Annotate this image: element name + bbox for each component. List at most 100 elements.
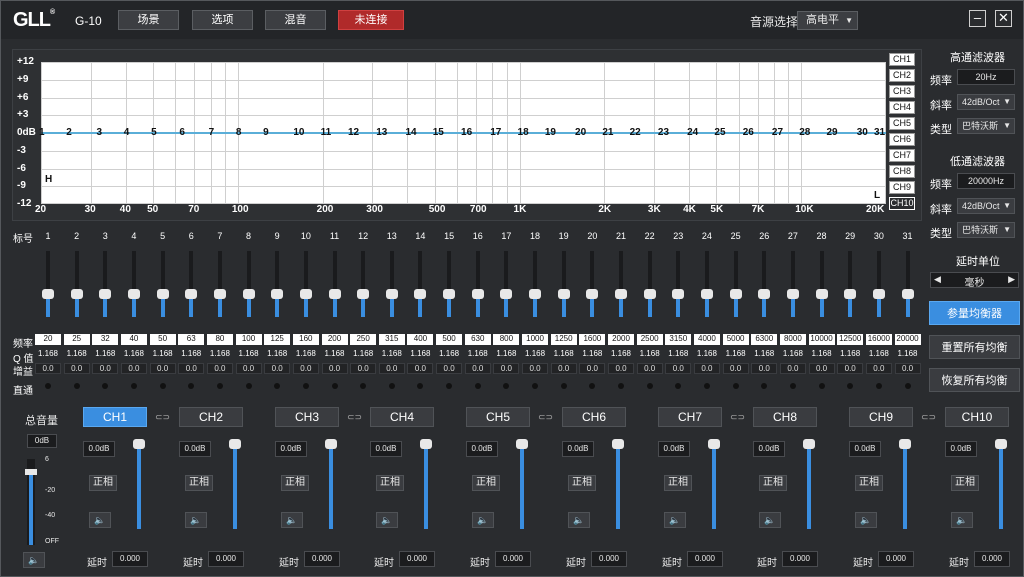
band-gain-slider[interactable] xyxy=(667,249,689,319)
channel-delay-field[interactable]: 0.000 xyxy=(208,551,244,567)
band-gain-field[interactable]: 0.0 xyxy=(206,363,233,374)
hpf-marker[interactable]: H xyxy=(45,174,52,185)
slider-knob[interactable] xyxy=(357,289,370,299)
band-gain-field[interactable]: 0.0 xyxy=(149,363,176,374)
graph-channel-button[interactable]: CH7 xyxy=(889,149,915,162)
slider-knob[interactable] xyxy=(328,289,341,299)
slider-knob[interactable] xyxy=(127,289,140,299)
slider-knob[interactable] xyxy=(557,289,570,299)
slider-knob[interactable] xyxy=(242,289,255,299)
lpf-type-select[interactable]: 巴特沃斯 ▼ xyxy=(957,222,1015,238)
band-gain-field[interactable]: 0.0 xyxy=(63,363,90,374)
slider-knob[interactable] xyxy=(133,439,145,449)
graph-channel-button[interactable]: CH6 xyxy=(889,133,915,146)
band-freq-field[interactable]: 80 xyxy=(206,334,233,345)
slider-knob[interactable] xyxy=(815,289,828,299)
link-icon[interactable]: ⊂⊃ xyxy=(538,412,553,423)
channel-mute-button[interactable]: 🔈 xyxy=(951,512,973,528)
band-bypass-toggle[interactable] xyxy=(130,383,137,389)
band-q-field[interactable]: 1.168 xyxy=(63,349,90,360)
band-q-field[interactable]: 1.168 xyxy=(693,349,720,360)
channel-volume-field[interactable]: 0.0dB xyxy=(179,441,211,457)
band-marker[interactable]: 13 xyxy=(376,127,387,138)
channel-volume-field[interactable]: 0.0dB xyxy=(849,441,881,457)
master-mute-button[interactable]: 🔈 xyxy=(23,552,45,568)
lpf-slope-select[interactable]: 42dB/Oct ▼ xyxy=(957,198,1015,214)
band-freq-field[interactable]: 5000 xyxy=(722,334,749,345)
channel-volume-slider[interactable] xyxy=(420,439,432,529)
band-gain-slider[interactable] xyxy=(696,249,718,319)
band-gain-field[interactable]: 0.0 xyxy=(378,363,405,374)
slider-knob[interactable] xyxy=(844,289,857,299)
channel-mute-button[interactable]: 🔈 xyxy=(855,512,877,528)
band-bypass-toggle[interactable] xyxy=(102,383,109,389)
band-q-field[interactable]: 1.168 xyxy=(722,349,749,360)
band-q-field[interactable]: 1.168 xyxy=(550,349,577,360)
band-gain-slider[interactable] xyxy=(381,249,403,319)
band-gain-slider[interactable] xyxy=(37,249,59,319)
graph-channel-button[interactable]: CH4 xyxy=(889,101,915,114)
band-marker[interactable]: 28 xyxy=(799,127,810,138)
band-gain-field[interactable]: 0.0 xyxy=(608,363,634,374)
band-gain-field[interactable]: 0.0 xyxy=(264,363,291,374)
band-q-field[interactable]: 1.168 xyxy=(120,349,147,360)
band-q-field[interactable]: 1.168 xyxy=(378,349,405,360)
band-bypass-toggle[interactable] xyxy=(904,383,911,389)
band-gain-slider[interactable] xyxy=(610,249,632,319)
band-bypass-toggle[interactable] xyxy=(761,383,768,389)
band-gain-slider[interactable] xyxy=(553,249,575,319)
band-bypass-toggle[interactable] xyxy=(73,383,80,389)
band-freq-field[interactable]: 250 xyxy=(350,334,377,345)
channel-delay-field[interactable]: 0.000 xyxy=(687,551,723,567)
band-bypass-toggle[interactable] xyxy=(618,383,624,389)
channel-tab[interactable]: CH2 xyxy=(179,407,243,427)
channel-phase-button[interactable]: 正相 xyxy=(568,475,596,491)
band-gain-slider[interactable] xyxy=(94,249,116,319)
band-freq-field[interactable]: 500 xyxy=(436,334,463,345)
band-bypass-toggle[interactable] xyxy=(245,383,252,389)
close-icon[interactable]: ✕ xyxy=(995,10,1012,27)
band-q-field[interactable]: 1.168 xyxy=(608,349,634,360)
band-gain-slider[interactable] xyxy=(868,249,890,319)
band-gain-slider[interactable] xyxy=(811,249,833,319)
band-gain-slider[interactable] xyxy=(524,249,546,319)
mix-button[interactable]: 混音 xyxy=(265,10,326,30)
channel-phase-button[interactable]: 正相 xyxy=(951,475,979,491)
channel-volume-slider[interactable] xyxy=(325,439,337,529)
band-marker[interactable]: 23 xyxy=(658,127,669,138)
band-marker[interactable]: 30 xyxy=(857,127,868,138)
channel-mute-button[interactable]: 🔈 xyxy=(664,512,686,528)
channel-volume-slider[interactable] xyxy=(229,439,241,529)
band-marker[interactable]: 3 xyxy=(96,127,102,138)
band-freq-field[interactable]: 1000 xyxy=(522,334,549,345)
band-marker[interactable]: 5 xyxy=(151,127,157,138)
channel-volume-field[interactable]: 0.0dB xyxy=(466,441,498,457)
slider-knob[interactable] xyxy=(803,439,815,449)
channel-volume-slider[interactable] xyxy=(995,439,1007,529)
band-marker[interactable]: 18 xyxy=(518,127,529,138)
restore-all-eq-button[interactable]: 恢复所有均衡 xyxy=(929,368,1020,392)
master-volume-slider[interactable] xyxy=(25,459,37,545)
channel-tab[interactable]: CH6 xyxy=(562,407,626,427)
band-q-field[interactable]: 1.168 xyxy=(808,349,835,360)
band-freq-field[interactable]: 20000 xyxy=(894,334,921,345)
slider-knob[interactable] xyxy=(213,289,226,299)
band-gain-field[interactable]: 0.0 xyxy=(292,363,319,374)
hpf-slope-select[interactable]: 42dB/Oct ▼ xyxy=(957,94,1015,110)
band-freq-field[interactable]: 3150 xyxy=(665,334,692,345)
slider-knob[interactable] xyxy=(700,289,713,299)
band-gain-slider[interactable] xyxy=(897,249,919,319)
band-gain-slider[interactable] xyxy=(324,249,346,319)
master-volume-value[interactable]: 0dB xyxy=(27,434,57,448)
master-volume-knob[interactable] xyxy=(25,468,37,475)
channel-mute-button[interactable]: 🔈 xyxy=(185,512,207,528)
band-gain-field[interactable]: 0.0 xyxy=(751,363,778,374)
band-freq-field[interactable]: 40 xyxy=(120,334,147,345)
band-gain-slider[interactable] xyxy=(409,249,431,319)
band-freq-field[interactable]: 100 xyxy=(235,334,262,345)
band-freq-field[interactable]: 800 xyxy=(493,334,520,345)
band-freq-field[interactable]: 1250 xyxy=(550,334,577,345)
graph-channel-button[interactable]: CH5 xyxy=(889,117,915,130)
band-marker[interactable]: 12 xyxy=(348,127,359,138)
channel-tab[interactable]: CH1 xyxy=(83,407,147,427)
